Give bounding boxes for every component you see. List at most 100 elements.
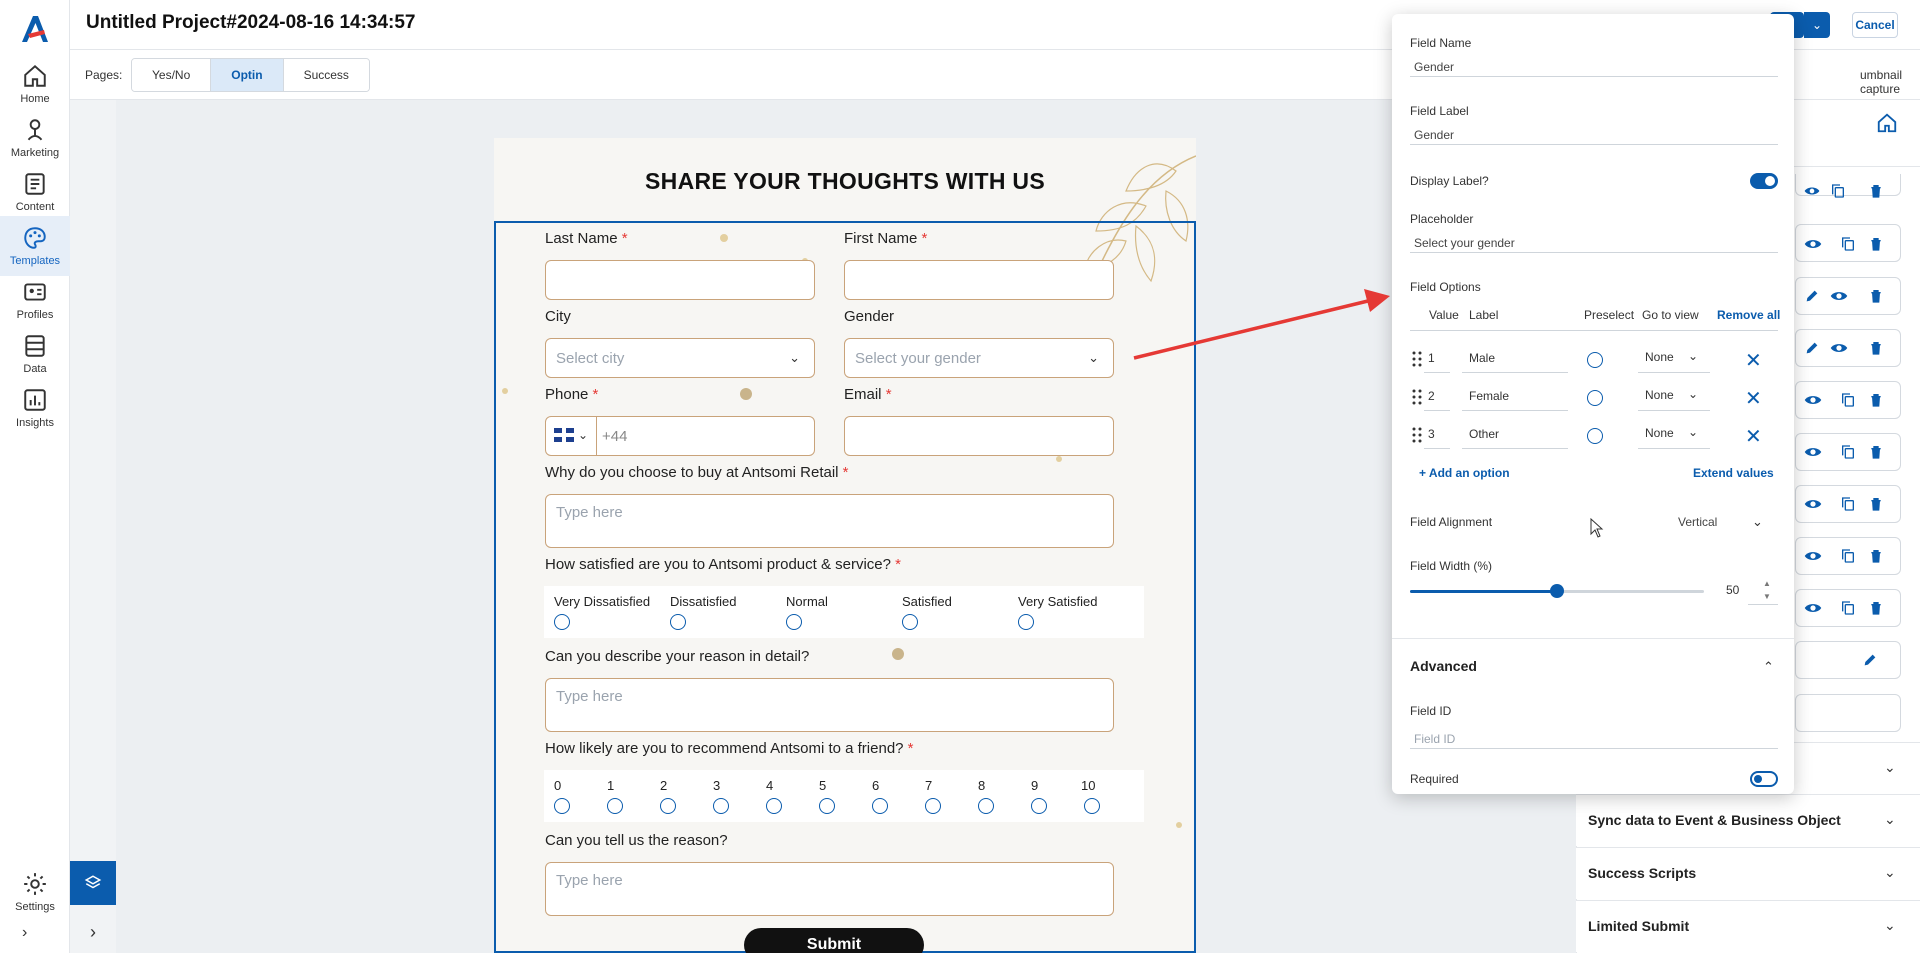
spin-down-icon[interactable]: ▼ [1763,592,1771,601]
nps-radio-1[interactable] [607,798,623,814]
preselect-radio[interactable] [1587,428,1603,444]
option-label[interactable]: Other [1469,427,1499,441]
option-value[interactable]: 3 [1428,427,1435,441]
trash-icon[interactable] [1868,547,1884,565]
tab-optin[interactable]: Optin [211,59,284,91]
field-id-input[interactable]: Field ID [1414,732,1455,746]
copy-icon[interactable] [1840,443,1856,461]
drag-handle-icon[interactable] [1412,427,1422,443]
remove-option-icon[interactable]: ✕ [1745,348,1762,373]
project-title[interactable]: Untitled Project#2024-08-16 14:34:57 [86,12,416,34]
eye-icon[interactable] [1804,183,1820,199]
nav-data[interactable]: Data [0,324,70,384]
remove-all-link[interactable]: Remove all [1717,308,1780,322]
trash-icon[interactable] [1868,495,1884,513]
uk-flag-icon[interactable] [554,428,574,442]
trash-icon[interactable] [1868,391,1884,409]
nav-settings[interactable]: Settings [0,862,70,922]
trash-icon[interactable] [1868,443,1884,461]
spin-up-icon[interactable]: ▲ [1763,579,1771,588]
nps-radio-2[interactable] [660,798,676,814]
nps-radio-4[interactable] [766,798,782,814]
trash-icon[interactable] [1868,183,1884,199]
nav-marketing[interactable]: Marketing [0,108,70,168]
nps-radio-7[interactable] [925,798,941,814]
radio-very-dissatisfied[interactable] [554,614,570,630]
option-label[interactable]: Female [1469,389,1509,403]
collapse-chevron-icon[interactable]: › [22,924,27,942]
copy-icon[interactable] [1840,391,1856,409]
radio-satisfied[interactable] [902,614,918,630]
accordion-success-scripts[interactable]: Success Scripts ⌄ [1576,847,1920,899]
nps-radio-9[interactable] [1031,798,1047,814]
advanced-section-title[interactable]: Advanced [1410,658,1477,674]
chevron-up-icon[interactable]: ⌃ [1763,659,1774,675]
preselect-radio[interactable] [1587,352,1603,368]
display-label-toggle[interactable] [1750,173,1778,189]
describe-textarea[interactable]: Type here [545,678,1114,732]
home-icon[interactable] [1876,112,1898,134]
drag-handle-icon[interactable] [1412,351,1422,367]
nps-radio-5[interactable] [819,798,835,814]
submit-button[interactable]: Submit [744,928,924,953]
copy-icon[interactable] [1840,235,1856,253]
layers-button[interactable] [70,861,116,905]
add-option-link[interactable]: + Add an option [1419,466,1510,480]
field-name-input[interactable]: Gender [1414,60,1454,74]
placeholder-input[interactable]: Select your gender [1414,236,1515,250]
why-textarea[interactable]: Type here [545,494,1114,548]
trash-icon[interactable] [1868,339,1884,357]
go-to-view-select[interactable]: None [1645,350,1674,364]
nps-radio-0[interactable] [554,798,570,814]
eye-icon[interactable] [1804,495,1822,513]
nav-home[interactable]: Home [0,54,70,114]
field-alignment-select[interactable]: Vertical [1678,515,1717,529]
reason-textarea[interactable]: Type here [545,862,1114,916]
eye-icon[interactable] [1804,547,1822,565]
nps-radio-3[interactable] [713,798,729,814]
radio-very-satisfied[interactable] [1018,614,1034,630]
eye-icon[interactable] [1804,443,1822,461]
accordion-limited-submit[interactable]: Limited Submit ⌄ [1576,900,1920,952]
tab-success[interactable]: Success [283,59,369,91]
nav-content[interactable]: Content [0,162,70,222]
nps-radio-8[interactable] [978,798,994,814]
field-label-input[interactable]: Gender [1414,128,1454,142]
option-label[interactable]: Male [1469,351,1495,365]
copy-icon[interactable] [1830,183,1846,199]
eye-icon[interactable] [1804,599,1822,617]
remove-option-icon[interactable]: ✕ [1745,424,1762,449]
nav-profiles[interactable]: Profiles [0,270,70,330]
radio-dissatisfied[interactable] [670,614,686,630]
eye-icon[interactable] [1804,391,1822,409]
trash-icon[interactable] [1868,599,1884,617]
pencil-icon[interactable] [1804,287,1820,305]
thumbnail-capture-label[interactable]: umbnail capture [1860,68,1920,96]
nps-radio-6[interactable] [872,798,888,814]
option-value[interactable]: 2 [1428,389,1435,403]
save-dropdown-chevron-icon[interactable]: ⌄ [1804,12,1830,38]
field-width-slider[interactable] [1410,584,1704,598]
go-to-view-select[interactable]: None [1645,388,1674,402]
city-select[interactable]: Select city ⌄ [545,338,815,378]
eye-icon[interactable] [1830,287,1848,305]
required-toggle[interactable] [1750,771,1778,787]
extend-values-link[interactable]: Extend values [1693,466,1774,480]
accordion-sync-data[interactable]: Sync data to Event & Business Object ⌄ [1576,794,1920,846]
drag-handle-icon[interactable] [1412,389,1422,405]
trash-icon[interactable] [1868,235,1884,253]
preselect-radio[interactable] [1587,390,1603,406]
option-value[interactable]: 1 [1428,351,1435,365]
nav-insights[interactable]: Insights [0,378,70,438]
email-input[interactable] [844,416,1114,456]
remove-option-icon[interactable]: ✕ [1745,386,1762,411]
copy-icon[interactable] [1840,495,1856,513]
eye-icon[interactable] [1830,339,1848,357]
cancel-button[interactable]: Cancel [1852,12,1898,38]
nps-radio-10[interactable] [1084,798,1100,814]
copy-icon[interactable] [1840,599,1856,617]
pencil-icon[interactable] [1862,651,1878,669]
eye-icon[interactable] [1804,235,1822,253]
expand-panel-icon[interactable]: › [70,912,116,952]
copy-icon[interactable] [1840,547,1856,565]
